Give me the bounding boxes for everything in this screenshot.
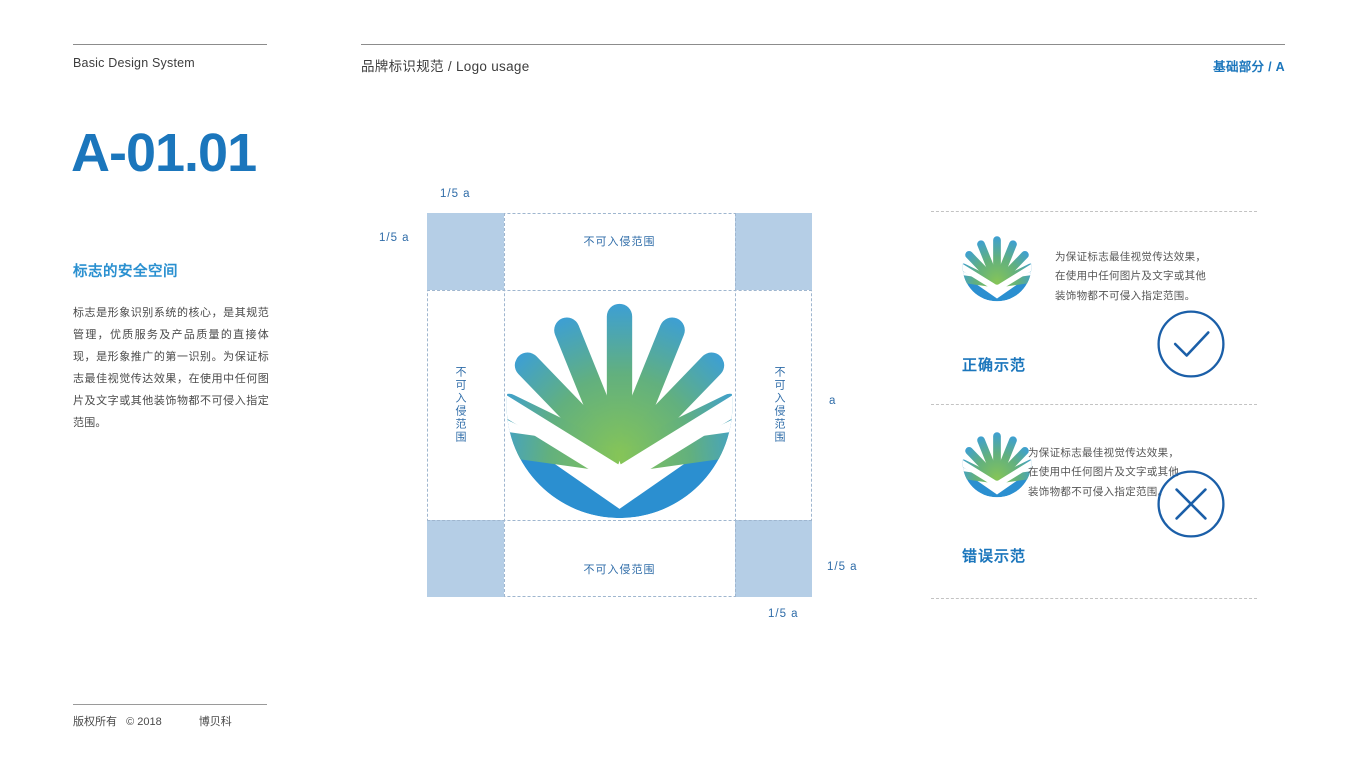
section-body: 标志是形象识别系统的核心，是其规范管理，优质服务及产品质量的直接体现，是形象推广… bbox=[73, 307, 269, 429]
check-icon bbox=[1155, 308, 1227, 380]
examples-panel: 为保证标志最佳视觉传达效果， 在使用中任何图片及文字或其他 装饰物都不可侵入指定… bbox=[931, 0, 1257, 768]
zone-label-bottom: 不可入侵范围 bbox=[583, 564, 656, 576]
wrong-example-caption: 错误示范 bbox=[962, 548, 1027, 565]
footer-company: 博贝科 bbox=[198, 716, 232, 728]
zone-label-top: 不可入侵范围 bbox=[583, 236, 656, 248]
safe-zone-corner-top-right bbox=[735, 213, 812, 290]
page-title: 品牌标识规范 / Logo usage bbox=[361, 59, 530, 74]
safe-zone-corner-top-left bbox=[427, 213, 504, 290]
footer-copyright-label: 版权所有 bbox=[73, 716, 117, 728]
sidebar-bottom-divider bbox=[73, 704, 267, 705]
examples-divider-middle bbox=[931, 404, 1257, 405]
safe-zone-corner-bottom-right bbox=[735, 520, 812, 597]
guide-line-vertical-right bbox=[735, 213, 736, 597]
logo-mark-large bbox=[504, 290, 735, 520]
safe-zone-corner-bottom-left bbox=[427, 520, 504, 597]
dimension-label-bottom-right-1: 1/5 a bbox=[827, 561, 858, 573]
correct-example-caption: 正确示范 bbox=[962, 357, 1027, 374]
page-code: A-01.01 bbox=[71, 123, 257, 183]
examples-divider-bottom bbox=[931, 598, 1257, 599]
section-title: 标志的安全空间 bbox=[73, 264, 178, 280]
sidebar-top-divider bbox=[73, 44, 267, 45]
sidebar: Basic Design System A-01.01 标志的安全空间 标志是形… bbox=[71, 0, 269, 768]
guide-line-horizontal-bottom bbox=[427, 520, 812, 522]
dimension-label-top-left: 1/5 a bbox=[440, 188, 471, 200]
logo-mark-correct bbox=[962, 232, 1032, 302]
brand-label: Basic Design System bbox=[73, 56, 195, 70]
zone-label-right: 不可入侵范围 bbox=[773, 366, 785, 444]
cross-icon bbox=[1155, 468, 1227, 540]
examples-divider-top bbox=[931, 211, 1257, 212]
zone-label-left: 不可入侵范围 bbox=[454, 366, 466, 444]
logo-mark-wrong bbox=[962, 428, 1032, 498]
safe-space-diagram: 不可入侵范围 不可入侵范围 不可入侵范围 不可入侵范围 bbox=[427, 213, 812, 597]
dimension-label-left: 1/5 a bbox=[379, 232, 410, 244]
correct-example-description: 为保证标志最佳视觉传达效果， 在使用中任何图片及文字或其他 装饰物都不可侵入指定… bbox=[1055, 251, 1207, 302]
footer-year: © 2018 bbox=[126, 716, 162, 728]
dimension-label-a: a bbox=[829, 395, 837, 407]
footer: 版权所有 © 2018 博贝科 bbox=[73, 713, 303, 729]
dimension-label-bottom-right-2: 1/5 a bbox=[768, 608, 799, 620]
